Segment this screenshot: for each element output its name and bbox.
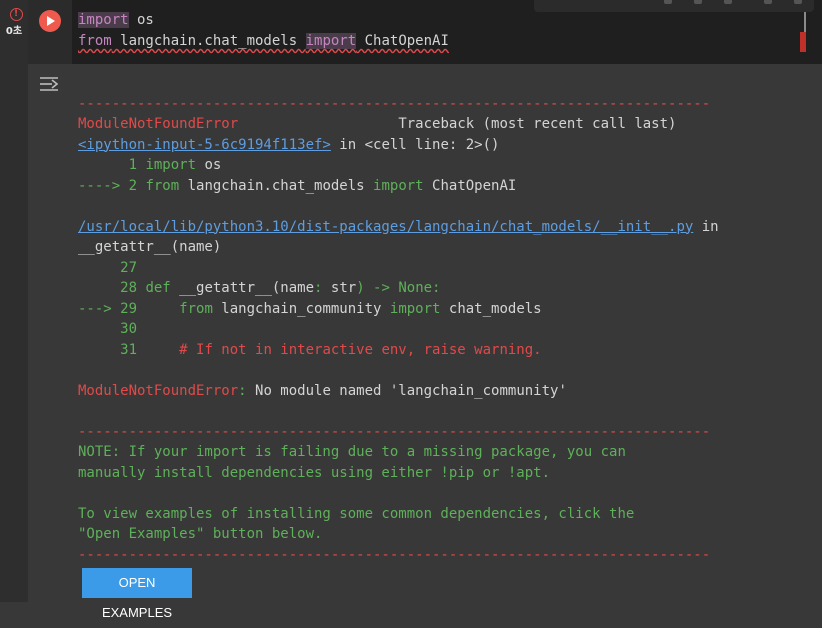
source-text: chat_models — [440, 300, 542, 317]
keyword: def — [145, 280, 171, 296]
error-name: ModuleNotFoundError — [78, 382, 239, 399]
editor-scrollbar[interactable] — [800, 12, 809, 52]
source-line-2: ----> 2 from langchain.chat_models impor… — [78, 176, 719, 197]
play-icon — [47, 16, 55, 26]
error-marker — [800, 32, 806, 52]
file-link[interactable]: /usr/local/lib/python3.10/dist-packages/… — [78, 219, 693, 235]
traceback-header-line: ModuleNotFoundError Traceback (most rece… — [78, 114, 719, 135]
line-number: 30 — [78, 321, 138, 337]
source-text: ChatOpenAI — [423, 177, 517, 194]
output-menu-icon — [40, 77, 59, 91]
toolbar-icon[interactable] — [724, 0, 732, 4]
code-editor[interactable]: import os from langchain.chat_models impo… — [78, 10, 449, 52]
error-name: ModuleNotFoundError — [78, 116, 239, 132]
open-examples-button[interactable]: OPEN EXAMPLES — [82, 568, 192, 620]
colon: : — [238, 382, 247, 399]
line-number: 28 — [78, 280, 146, 296]
source-text: str — [322, 280, 357, 296]
file-location-line: /usr/local/lib/python3.10/dist-packages/… — [78, 217, 719, 238]
in-text: in — [330, 136, 365, 153]
note-line: "Open Examples" button below. — [78, 526, 323, 542]
error-status-icon: ! — [9, 8, 23, 21]
final-error-line: ModuleNotFoundError: No module named 'la… — [78, 381, 719, 402]
keyword: from — [145, 177, 180, 194]
source-line-29: ---> 29 from langchain_community import … — [78, 299, 719, 320]
error-message: No module named 'langchain_community' — [246, 382, 567, 399]
keyword: from — [145, 300, 213, 317]
cell-output: ----------------------------------------… — [78, 73, 719, 586]
code-keyword: import — [78, 12, 129, 28]
code-text: os — [128, 12, 154, 28]
cell-line: <cell line: 2>() — [364, 136, 500, 153]
source-text: os — [196, 157, 222, 173]
error-arrow: ---> 29 — [78, 300, 146, 317]
error-arrow: ----> 2 — [78, 177, 146, 194]
keyword: import — [389, 300, 441, 317]
run-cell-button[interactable] — [39, 10, 61, 32]
source-text: langchain.chat_models — [179, 177, 374, 194]
traceback-header: Traceback (most recent call last) — [398, 116, 677, 132]
line-number: 1 — [78, 157, 146, 173]
code-keyword: from — [78, 33, 112, 49]
separator: ----------------------------------------… — [78, 546, 711, 563]
toolbar-icon[interactable] — [764, 0, 772, 4]
toolbar-icon[interactable] — [794, 0, 802, 4]
toolbar-icon[interactable] — [664, 0, 672, 4]
input-link[interactable]: <ipython-input-5-6c9194f113ef> — [78, 137, 331, 153]
code-keyword: import — [305, 33, 357, 49]
line-number: 27 — [78, 259, 138, 276]
source-line-31: 31 # If not in interactive env, raise wa… — [78, 340, 719, 361]
source-text: langchain_community — [212, 300, 390, 317]
code-line-1: import os — [78, 10, 449, 31]
source-text: __getattr__(name — [170, 280, 315, 296]
note-line: To view examples of installing some comm… — [78, 505, 635, 522]
cell-status: ! 0초 — [5, 8, 27, 37]
execution-time: 0초 — [5, 26, 23, 37]
output-actions-icon[interactable] — [38, 73, 62, 95]
keyword: import — [373, 177, 424, 194]
code-text: ChatOpenAI — [356, 33, 449, 49]
cell-gutter: ! 0초 — [0, 0, 28, 602]
separator: ----------------------------------------… — [78, 95, 711, 112]
source-comment: # If not in interactive env, raise warni… — [145, 341, 542, 358]
source-text: ) -> None: — [356, 280, 441, 296]
function-name: __getattr__(name) — [78, 239, 222, 255]
note-line: NOTE: If your import is failing due to a… — [78, 444, 626, 460]
keyword: import — [145, 157, 197, 173]
code-line-2: from langchain.chat_models import ChatOp… — [78, 31, 449, 52]
code-text: langchain.chat_models — [111, 33, 306, 49]
source-line-28: 28 def __getattr__(name: str) -> None: — [78, 278, 719, 299]
source-line-1: 1 import os — [78, 155, 719, 176]
line-number: 31 — [78, 341, 146, 358]
note-line: manually install dependencies using eith… — [78, 464, 551, 481]
toolbar-icon[interactable] — [694, 0, 702, 4]
separator: ----------------------------------------… — [78, 423, 711, 440]
cell-toolbar — [534, 0, 814, 12]
input-location-line: <ipython-input-5-6c9194f113ef> in <cell … — [78, 135, 719, 156]
in-text: in — [693, 218, 719, 235]
